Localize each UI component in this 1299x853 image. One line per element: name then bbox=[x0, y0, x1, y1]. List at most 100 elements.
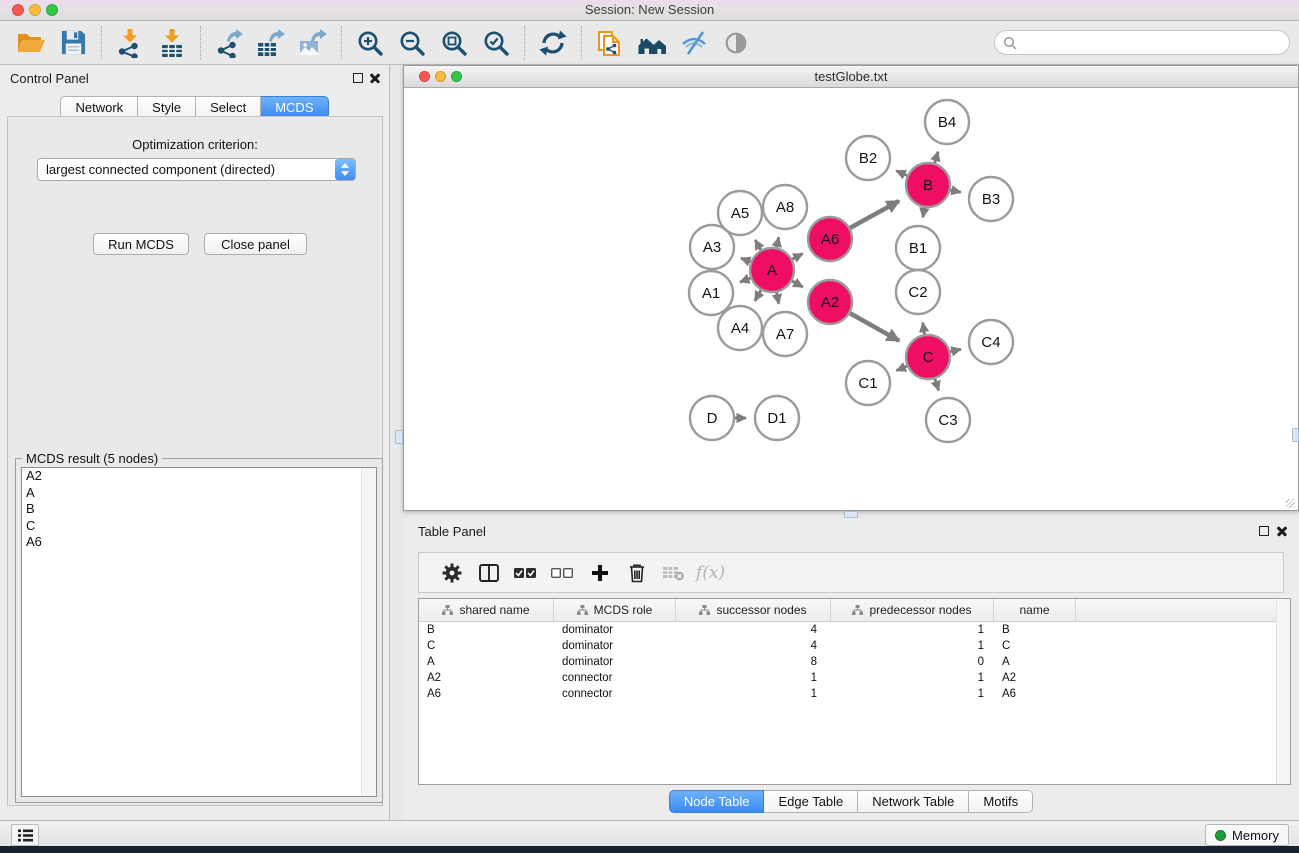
table-cell[interactable]: A2 bbox=[419, 670, 554, 686]
graph-edge-B-B4[interactable] bbox=[935, 152, 938, 163]
minimize-traffic-light[interactable] bbox=[29, 4, 41, 16]
graph-edge-C-C2[interactable] bbox=[923, 323, 925, 335]
graph-edge-A2-C[interactable] bbox=[850, 313, 899, 341]
tab-motifs[interactable]: Motifs bbox=[969, 790, 1033, 813]
float-table-panel-icon[interactable] bbox=[1259, 526, 1269, 536]
zoom-traffic-light[interactable] bbox=[46, 4, 58, 16]
tab-network-table[interactable]: Network Table bbox=[858, 790, 969, 813]
import-network-button[interactable] bbox=[109, 24, 151, 62]
graph-edge-A6-B[interactable] bbox=[850, 201, 899, 228]
refresh-button[interactable] bbox=[532, 24, 574, 62]
float-panel-icon[interactable] bbox=[353, 73, 363, 83]
export-image-button[interactable] bbox=[292, 24, 334, 62]
delete-table-button[interactable] bbox=[655, 558, 692, 588]
search-input[interactable] bbox=[1022, 35, 1281, 51]
table-cell[interactable]: A6 bbox=[994, 686, 1076, 702]
save-session-button[interactable] bbox=[52, 24, 94, 62]
zoom-in-button[interactable] bbox=[349, 24, 391, 62]
close-panel-button[interactable]: Close panel bbox=[204, 233, 307, 255]
show-columns-button[interactable] bbox=[470, 558, 507, 588]
network-close-traffic-light[interactable] bbox=[419, 71, 430, 82]
table-cell[interactable]: 8 bbox=[676, 654, 831, 670]
table-cell[interactable]: 4 bbox=[676, 622, 831, 638]
zoom-selected-button[interactable] bbox=[475, 24, 517, 62]
graph-edge-B-B3[interactable] bbox=[950, 190, 960, 192]
table-row[interactable]: Cdominator41C bbox=[419, 638, 1290, 654]
network-minimize-traffic-light[interactable] bbox=[435, 71, 446, 82]
function-builder-button[interactable]: f(x) bbox=[692, 558, 729, 588]
table-row[interactable]: A2connector11A2 bbox=[419, 670, 1290, 686]
open-session-button[interactable] bbox=[10, 24, 52, 62]
new-network-button[interactable] bbox=[589, 24, 631, 62]
tab-edge-table[interactable]: Edge Table bbox=[764, 790, 858, 813]
table-cell[interactable]: C bbox=[419, 638, 554, 654]
bottom-splitter-grip[interactable] bbox=[844, 511, 858, 518]
network-canvas[interactable]: AA1A2A3A4A5A6A7A8BB1B2B3B4CC1C2C3C4DD1 bbox=[404, 87, 1298, 510]
memory-button[interactable]: Memory bbox=[1205, 824, 1289, 846]
table-cell[interactable]: connector bbox=[554, 686, 676, 702]
delete-row-button[interactable] bbox=[618, 558, 655, 588]
table-scrollbar[interactable] bbox=[1276, 599, 1290, 784]
zoom-out-button[interactable] bbox=[391, 24, 433, 62]
result-item[interactable]: B bbox=[22, 501, 376, 518]
run-mcds-button[interactable]: Run MCDS bbox=[93, 233, 189, 255]
table-cell[interactable]: 4 bbox=[676, 638, 831, 654]
network-zoom-traffic-light[interactable] bbox=[451, 71, 462, 82]
table-cell[interactable]: dominator bbox=[554, 654, 676, 670]
table-cell[interactable]: 0 bbox=[831, 654, 994, 670]
table-cell[interactable]: connector bbox=[554, 670, 676, 686]
tab-node-table[interactable]: Node Table bbox=[669, 790, 765, 813]
import-table-button[interactable] bbox=[151, 24, 193, 62]
search-box[interactable] bbox=[994, 30, 1290, 55]
graph-edge-C-C1[interactable] bbox=[896, 366, 906, 371]
result-item[interactable]: C bbox=[22, 518, 376, 535]
export-table-button[interactable] bbox=[250, 24, 292, 62]
close-panel-icon[interactable] bbox=[369, 72, 381, 84]
close-traffic-light[interactable] bbox=[12, 4, 24, 16]
table-cell[interactable]: 1 bbox=[831, 686, 994, 702]
graph-edge-A-A4[interactable] bbox=[755, 290, 761, 301]
task-history-button[interactable] bbox=[11, 824, 39, 846]
table-cell[interactable]: A6 bbox=[419, 686, 554, 702]
export-network-button[interactable] bbox=[208, 24, 250, 62]
table-cell[interactable]: 1 bbox=[831, 638, 994, 654]
column-header-name[interactable]: name bbox=[994, 599, 1076, 621]
table-cell[interactable]: A bbox=[419, 654, 554, 670]
result-item[interactable]: A2 bbox=[22, 468, 376, 485]
graph-edge-C-C3[interactable] bbox=[935, 379, 939, 391]
table-cell[interactable]: 1 bbox=[676, 670, 831, 686]
table-row[interactable]: A6connector11A6 bbox=[419, 686, 1290, 702]
table-cell[interactable]: A2 bbox=[994, 670, 1076, 686]
graph-edge-B-B1[interactable] bbox=[923, 208, 925, 218]
column-header-mcds-role[interactable]: MCDS role bbox=[554, 599, 676, 621]
graph-edge-A-A6[interactable] bbox=[792, 254, 802, 260]
table-cell[interactable]: dominator bbox=[554, 638, 676, 654]
column-header-predecessor-nodes[interactable]: predecessor nodes bbox=[831, 599, 994, 621]
left-splitter-grip[interactable] bbox=[395, 430, 403, 444]
table-cell[interactable]: dominator bbox=[554, 622, 676, 638]
graph-edge-A-A1[interactable] bbox=[740, 278, 750, 282]
mcds-result-list[interactable]: A2ABCA6 bbox=[21, 467, 377, 797]
result-item[interactable]: A bbox=[22, 485, 376, 502]
add-row-button[interactable] bbox=[581, 558, 618, 588]
network-window-titlebar[interactable]: testGlobe.txt bbox=[404, 66, 1298, 88]
window-resize-grip[interactable] bbox=[1286, 499, 1295, 508]
result-scrollbar[interactable] bbox=[361, 468, 376, 796]
table-cell[interactable]: B bbox=[419, 622, 554, 638]
graph-edge-A-A5[interactable] bbox=[755, 240, 761, 250]
home-button[interactable] bbox=[631, 24, 673, 62]
table-cell[interactable]: 1 bbox=[831, 622, 994, 638]
table-row[interactable]: Adominator80A bbox=[419, 654, 1290, 670]
deselect-all-button[interactable] bbox=[544, 558, 581, 588]
right-splitter-grip[interactable] bbox=[1292, 428, 1299, 442]
table-cell[interactable]: B bbox=[994, 622, 1076, 638]
zoom-fit-button[interactable] bbox=[433, 24, 475, 62]
column-header-shared-name[interactable]: shared name bbox=[419, 599, 554, 621]
show-all-button[interactable] bbox=[715, 24, 757, 62]
table-row[interactable]: Bdominator41B bbox=[419, 622, 1290, 638]
table-cell[interactable]: 1 bbox=[831, 670, 994, 686]
criterion-select[interactable]: largest connected component (directed) bbox=[37, 158, 356, 181]
column-header-successor-nodes[interactable]: successor nodes bbox=[676, 599, 831, 621]
select-all-button[interactable] bbox=[507, 558, 544, 588]
graph-edge-C-C4[interactable] bbox=[950, 349, 960, 351]
